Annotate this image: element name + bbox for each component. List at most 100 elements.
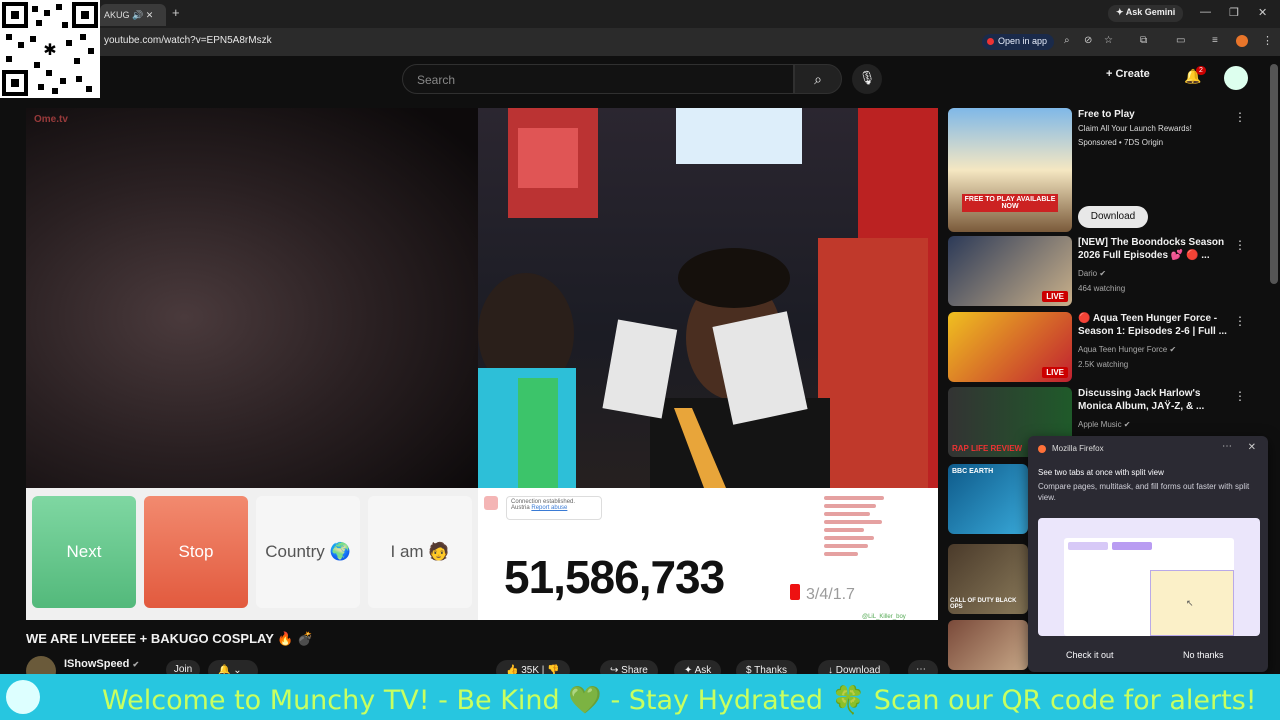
video-channel-2: Aqua Teen Hunger Force ✔ <box>1078 345 1177 354</box>
streamer-handle: @LiL_Killer_boy <box>862 614 906 620</box>
video-thumbnail[interactable]: LIVE <box>948 236 1072 306</box>
popup-body: Compare pages, multitask, and fill forms… <box>1038 482 1250 502</box>
ad-tagline: Claim All Your Launch Rewards! <box>1078 124 1192 133</box>
more-horizontal-icon[interactable]: ⋯ <box>1222 441 1232 452</box>
no-thanks-button[interactable]: No thanks <box>1183 650 1224 660</box>
thumbnail-caption: RAP LIFE REVIEW <box>952 444 1023 453</box>
extensions-icon[interactable]: ⧉ <box>1140 35 1147 46</box>
ad-download-button[interactable]: Download <box>1078 206 1148 228</box>
video-thumbnail[interactable]: BBC EARTH <box>948 464 1028 534</box>
verified-icon: ✔ <box>132 660 140 669</box>
split-view-icon[interactable]: ▭ <box>1176 35 1185 46</box>
close-window-icon[interactable]: ✕ <box>1258 6 1267 19</box>
mic-icon: 🎙 <box>858 70 876 85</box>
video-views-2: 2.5K watching <box>1078 360 1129 369</box>
notification-badge: 2 <box>1196 66 1206 75</box>
new-tab-icon[interactable]: + <box>172 5 180 20</box>
check-it-out-button[interactable]: Check it out <box>1066 650 1114 660</box>
browser-tab[interactable]: AKUG 🔊 ✕ <box>100 4 166 26</box>
search-input[interactable]: Search <box>402 64 794 94</box>
more-vertical-icon[interactable]: ⋮ <box>1234 314 1246 328</box>
stop-button[interactable]: Stop <box>144 496 248 608</box>
qr-code: ✱ <box>0 0 100 98</box>
split-view-illustration: ↖ <box>1038 518 1260 636</box>
ad-title: Free to Play <box>1078 109 1135 120</box>
chat-panel: Connection established. Austria Report a… <box>478 488 938 620</box>
record-marker <box>790 584 800 600</box>
profile-icon[interactable] <box>1236 35 1248 47</box>
video-thumbnail[interactable]: CALL OF DUTY BLACK OPS <box>948 544 1028 614</box>
sidebar-video[interactable]: LIVE [NEW] The Boondocks Season 2026 Ful… <box>948 236 1248 306</box>
youtube-header: Search ⌕ 🎙 + Create 🔔 2 <box>0 56 1280 106</box>
video-channel-3: Apple Music ✔ <box>1078 420 1131 429</box>
restore-icon[interactable]: ❐ <box>1229 6 1239 19</box>
video-title-3: Discussing Jack Harlow's Monica Album, J… <box>1078 388 1205 412</box>
ad-sponsor: Sponsored • 7DS Origin <box>1078 138 1164 147</box>
ad-thumbnail-text: FREE TO PLAY AVAILABLE NOW <box>962 194 1058 212</box>
video-thumbnail[interactable] <box>948 620 1028 670</box>
ask-gemini-label: Ask Gemini <box>1125 7 1176 17</box>
ometv-controls: Next Stop Country 🌍 I am 🧑 <box>26 488 478 620</box>
firefox-split-view-popup: Mozilla Firefox ⋯ ✕ See two tabs at once… <box>1028 436 1268 672</box>
address-bar: youtube.com/watch?v=EPN5A8rMszk Open in … <box>0 28 1280 56</box>
video-title-2: 🔴 Aqua Teen Hunger Force - Season 1: Epi… <box>1078 313 1227 337</box>
mascot-icon <box>6 680 40 714</box>
more-vertical-icon[interactable]: ⋮ <box>1234 389 1246 403</box>
search-button[interactable]: ⌕ <box>794 64 842 94</box>
search-icon: ⌕ <box>814 71 822 87</box>
sub-counter: 51,586,733 <box>504 551 725 603</box>
more-vertical-icon[interactable]: ⋮ <box>1234 110 1246 124</box>
video-title: WE ARE LIVEEEE + BAKUGO COSPLAY 🔥 💣 <box>26 631 314 646</box>
sidebar-ad[interactable]: FREE TO PLAY AVAILABLE NOW Free to Play … <box>948 108 1248 232</box>
close-icon[interactable]: ✕ <box>1248 442 1256 453</box>
more-vertical-icon[interactable]: ⋮ <box>1234 238 1246 252</box>
channel-name-text: IShowSpeed <box>64 658 130 670</box>
account-avatar[interactable] <box>1224 66 1248 90</box>
voice-search-button[interactable]: 🎙 <box>852 64 882 94</box>
thumbnail-caption: BBC EARTH <box>952 468 994 475</box>
video-thumbnail[interactable]: LIVE <box>948 312 1072 382</box>
video-title-1: [NEW] The Boondocks Season 2026 Full Epi… <box>1078 237 1225 261</box>
i-am-button[interactable]: I am 🧑 <box>368 496 472 608</box>
ad-thumbnail[interactable]: FREE TO PLAY AVAILABLE NOW <box>948 108 1072 232</box>
open-in-app-button[interactable]: Open in app <box>982 34 1054 50</box>
stream-ticker: Welcome to Munchy TV! - Be Kind 💚 - Stay… <box>0 674 1280 720</box>
reading-list-icon[interactable]: ≡ <box>1212 35 1218 46</box>
report-abuse-link[interactable]: Report abuse <box>531 505 567 511</box>
svg-text:✱: ✱ <box>43 40 56 59</box>
chat-icon <box>484 496 498 510</box>
video-channel-1: Dario ✔ <box>1078 269 1107 278</box>
streamer-camera-feed <box>478 108 938 488</box>
chat-feed <box>804 492 934 612</box>
live-badge: LIVE <box>1042 367 1068 378</box>
minimize-icon[interactable]: — <box>1200 6 1211 18</box>
channel-name[interactable]: IShowSpeed ✔ <box>64 658 139 670</box>
connection-country: Austria <box>511 505 530 511</box>
thumbnail-caption: CALL OF DUTY BLACK OPS <box>950 598 1017 610</box>
popup-title: See two tabs at once with split view <box>1038 468 1164 477</box>
sidebar-video[interactable]: LIVE 🔴 Aqua Teen Hunger Force - Season 1… <box>948 312 1248 382</box>
stranger-camera-feed: Ome.tv <box>26 108 478 488</box>
live-badge: LIVE <box>1042 291 1068 302</box>
create-button[interactable]: + Create <box>1106 68 1150 80</box>
tracking-protection-icon[interactable]: ⊘ <box>1084 35 1092 46</box>
url-field[interactable]: youtube.com/watch?v=EPN5A8rMszk <box>104 35 272 46</box>
video-player[interactable]: Ome.tv Next Stop Country 🌍 I am 🧑 Connec… <box>26 108 938 620</box>
ometv-logo: Ome.tv <box>34 114 68 125</box>
page-scrollbar[interactable] <box>1270 64 1278 284</box>
ask-gemini-button[interactable]: ✦ Ask Gemini <box>1108 5 1184 22</box>
browser-tab-bar: AKUG 🔊 ✕ + ✦ Ask Gemini — ❐ ✕ <box>0 0 1280 28</box>
video-views-1: 464 watching <box>1078 284 1126 293</box>
tab-title: AKUG <box>104 10 130 20</box>
next-button[interactable]: Next <box>32 496 136 608</box>
create-label: Create <box>1115 68 1150 80</box>
ticker-text: Welcome to Munchy TV! - Be Kind 💚 - Stay… <box>102 685 1257 716</box>
connection-status: Connection established. Austria Report a… <box>506 496 602 520</box>
firefox-logo-icon <box>1038 445 1046 453</box>
popup-app-name: Mozilla Firefox <box>1052 444 1104 453</box>
zoom-icon[interactable]: ⌕ <box>1064 35 1070 46</box>
streamer-scene <box>478 108 938 488</box>
bookmark-star-icon[interactable]: ☆ <box>1104 35 1113 46</box>
menu-icon[interactable]: ⋮ <box>1262 34 1273 47</box>
country-button[interactable]: Country 🌍 <box>256 496 360 608</box>
